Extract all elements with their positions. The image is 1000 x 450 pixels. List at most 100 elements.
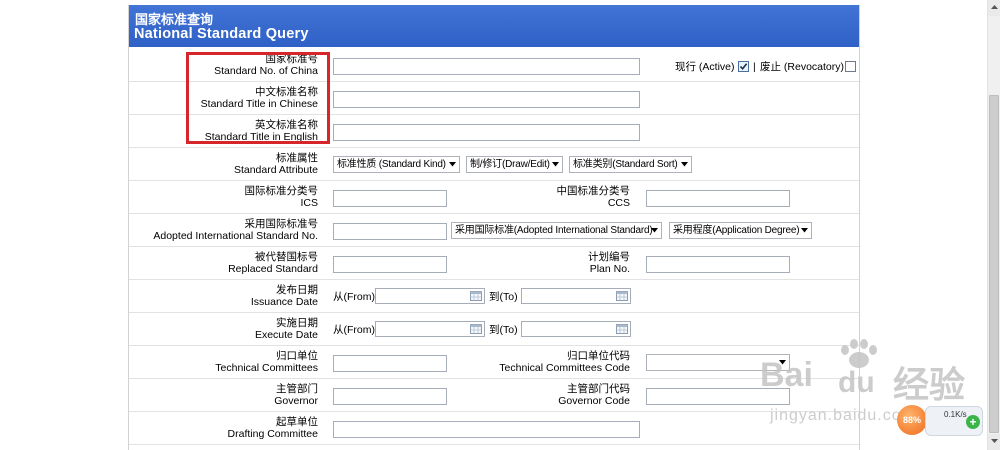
drafting-committee-label: 起草单位 Drafting Committee [129,416,318,440]
vertical-scrollbar[interactable] [987,0,1000,450]
ccs-label: 中国标准分类号 CCS [429,185,631,209]
row-drafting-committee: 起草单位 Drafting Committee [129,412,859,445]
chevron-down-icon [449,162,456,167]
chevron-down-icon [801,228,808,233]
speed-widget-panel[interactable]: 0.1K/s + [925,406,983,436]
calendar-icon[interactable] [616,324,628,334]
ics-label: 国际标准分类号 ICS [129,185,319,209]
row-issuance-date: 发布日期 Issuance Date 从(From) 到(To) [129,280,859,313]
drafting-committee-label-en: Drafting Committee [227,428,318,440]
watermark-logo-cn: 经验 [893,364,966,405]
issuance-to-label: 到(To) [489,291,518,303]
title-cn-label-en: Standard Title in Chinese [200,98,318,110]
technical-committees-code-label-cn: 归口单位代码 [567,350,630,362]
issuance-date-label: 发布日期 Issuance Date [129,284,318,308]
execute-to-label: 到(To) [489,324,518,336]
row-technical-committees: 归口单位 Technical Committees 归口单位代码 Technic… [129,346,859,379]
execute-date-from-input[interactable] [375,321,485,337]
ics-label-cn: 国际标准分类号 [244,185,319,197]
technical-committees-label-cn: 归口单位 [276,350,318,362]
row-governor: 主管部门 Governor 主管部门代码 Governor Code [129,379,859,412]
title-en-label: 英文标准名称 Standard Title in English [129,119,318,143]
speed-widget-speed: 0.1K/s [944,410,967,419]
issuance-date-from-input[interactable] [375,288,485,304]
adopted-standard-input[interactable] [333,223,447,240]
row-title-cn: 中文标准名称 Standard Title in Chinese [129,82,859,115]
ics-label-en: ICS [300,197,318,209]
watermark-logo-bai: Bai [760,356,813,394]
execute-date-label-en: Execute Date [254,329,318,341]
watermark-logo-du: du [838,366,875,399]
revoked-checkbox[interactable] [845,61,856,72]
adopted-international-standard-select-value: 采用国际标准(Adopted International Standard) [455,225,653,236]
technical-committees-label: 归口单位 Technical Committees [129,350,318,374]
title-en-label-en: Standard Title in English [204,131,318,143]
header-title-en: National Standard Query [134,26,309,42]
plan-no-input[interactable] [646,256,790,273]
status-separator: | [753,61,756,73]
application-degree-select[interactable]: 采用程度(Application Degree) [669,222,812,239]
revoked-label: 废止 (Revocatory) [760,61,845,73]
scrollbar-thumb[interactable] [989,95,999,433]
row-ics-ccs: 国际标准分类号 ICS 中国标准分类号 CCS [129,181,859,214]
issuance-date-label-en: Issuance Date [250,296,318,308]
issuance-date-to-input[interactable] [521,288,631,304]
ccs-label-en: CCS [607,197,630,209]
issuance-date-label-cn: 发布日期 [276,284,318,296]
standard-no-input[interactable] [333,58,640,75]
title-cn-input[interactable] [333,91,640,108]
governor-label: 主管部门 Governor [129,383,318,407]
drafting-committee-input[interactable] [333,421,640,438]
replaced-standard-label: 被代替国标号 Replaced Standard [129,251,318,275]
governor-code-label: 主管部门代码 Governor Code [429,383,630,407]
drafting-committee-label-cn: 起草单位 [276,416,318,428]
ccs-input[interactable] [646,190,790,207]
active-checkbox[interactable] [738,61,749,72]
standard-sort-select[interactable]: 标准类别(Standard Sort) [569,156,692,173]
ccs-label-cn: 中国标准分类号 [556,185,631,197]
standard-kind-select[interactable]: 标准性质 (Standard Kind) [333,156,460,173]
technical-committees-code-label: 归口单位代码 Technical Committees Code [429,350,630,374]
title-en-label-cn: 英文标准名称 [255,119,318,131]
plus-icon[interactable]: + [966,415,980,429]
standard-sort-select-value: 标准类别(Standard Sort) [573,159,678,170]
scroll-up-button[interactable] [988,0,1000,16]
standard-kind-select-value: 标准性质 (Standard Kind) [337,159,446,170]
technical-committees-label-en: Technical Committees [215,362,318,374]
chevron-down-icon [681,162,688,167]
standard-attribute-label: 标准属性 Standard Attribute [129,152,318,176]
row-replaced-plan: 被代替国标号 Replaced Standard 计划编号 Plan No. [129,247,859,280]
draw-edit-select-value: 制/修订(Draw/Edit) [470,159,550,170]
governor-code-label-en: Governor Code [558,395,630,407]
chevron-down-icon [990,439,998,443]
standard-attribute-label-cn: 标准属性 [276,152,318,164]
row-title-en: 英文标准名称 Standard Title in English [129,115,859,148]
title-cn-label: 中文标准名称 Standard Title in Chinese [129,86,318,110]
replaced-standard-label-cn: 被代替国标号 [255,251,318,263]
scroll-down-button[interactable] [988,434,1000,450]
chevron-down-icon [651,228,658,233]
title-en-input[interactable] [333,124,640,141]
plan-no-label-en: Plan No. [589,263,630,275]
chevron-down-icon [552,162,559,167]
execute-date-to-input[interactable] [521,321,631,337]
governor-label-en: Governor [274,395,318,407]
active-label: 现行 (Active) [675,61,735,73]
standard-attribute-label-en: Standard Attribute [233,164,318,176]
row-standard-attribute: 标准属性 Standard Attribute 标准性质 (Standard K… [129,148,859,181]
calendar-icon[interactable] [616,291,628,301]
adopted-standard-label-cn: 采用国际标准号 [244,218,319,230]
replaced-standard-label-en: Replaced Standard [228,263,318,275]
execute-date-label: 实施日期 Execute Date [129,317,318,341]
standard-no-label-en: Standard No. of China [214,65,318,77]
calendar-icon[interactable] [470,324,482,334]
calendar-icon[interactable] [470,291,482,301]
adopted-international-standard-select[interactable]: 采用国际标准(Adopted International Standard) [451,222,662,239]
form-header: 国家标准查询 National Standard Query [129,5,859,47]
speed-widget-percent[interactable]: 88% [897,405,927,435]
issuance-from-label: 从(From) [333,291,375,303]
row-standard-no: 国家标准号 Standard No. of China 现行 (Active) … [129,49,859,82]
draw-edit-select[interactable]: 制/修订(Draw/Edit) [466,156,563,173]
chevron-up-icon [990,5,998,9]
technical-committees-code-label-en: Technical Committees Code [499,362,630,374]
